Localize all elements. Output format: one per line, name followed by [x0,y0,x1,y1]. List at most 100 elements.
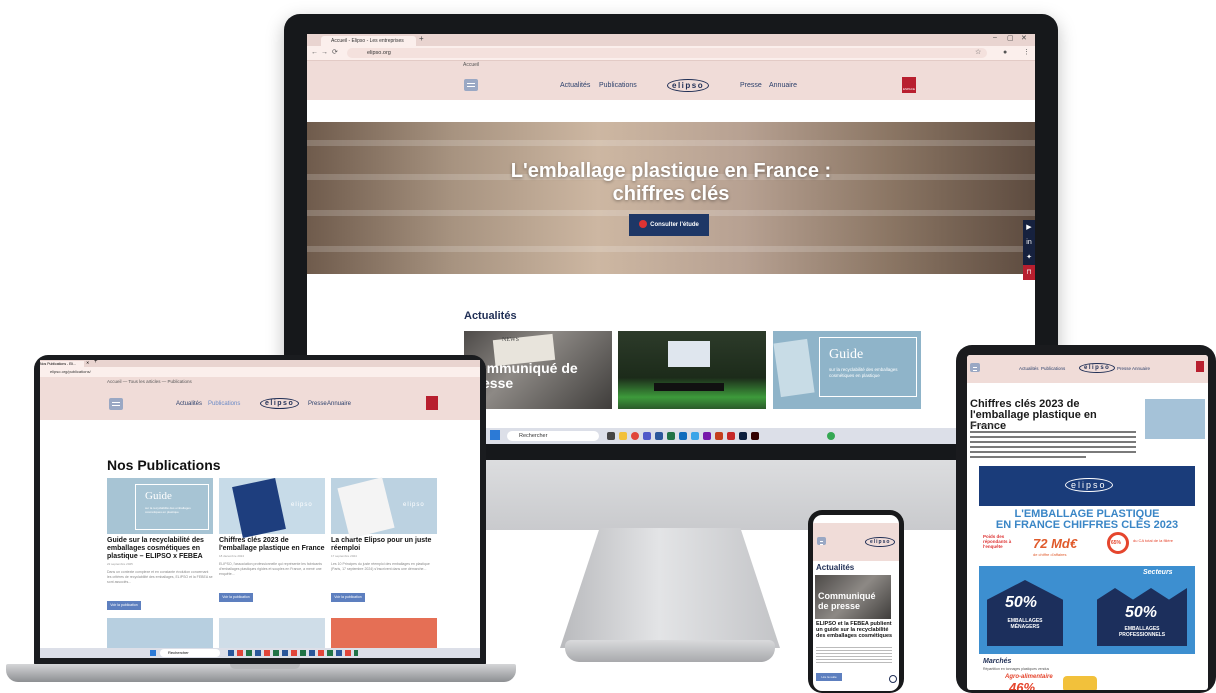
publication-image-chiffres: elipso [219,477,325,539]
breadcrumb[interactable]: Accueil [307,61,1035,70]
phone-article-title[interactable]: ELIPSO et la FEBEA publient un guide sur… [816,621,896,639]
tablet-member-button[interactable] [1196,361,1204,372]
monitor-stand [560,528,780,648]
phone-news-card[interactable]: Communiqué de presse [815,575,891,619]
sectors-title: Secteurs [1143,569,1173,576]
window-maximize-icon[interactable]: ▢ [1007,34,1014,42]
laptop-address-input[interactable]: elipso.org/publications/ [50,369,91,374]
view-publication-button[interactable]: Voir la publication [331,593,365,602]
publication-card-guide[interactable]: Guide sur la recyclabilité des emballage… [107,478,213,610]
browser-tab[interactable]: Accueil - Elipso - Les entreprises [321,36,416,46]
file-explorer-icon[interactable] [619,432,627,440]
laptop-breadcrumb[interactable]: Accueil — Tous les articles — Publicatio… [40,377,480,386]
publication-title[interactable]: La charte Elipso pour un juste réemploi [331,537,437,553]
publication-card-next-1[interactable] [107,618,213,648]
view-publication-button[interactable]: Voir la publication [107,601,141,610]
browser-menu-icon[interactable]: ⋮ [1023,48,1030,58]
infographic: elipso L'EMBALLAGE PLASTIQUE EN FRANCE C… [979,466,1195,690]
article-title: Chiffres clés 2023 de l'emballage plasti… [970,398,1097,432]
publication-card-charte[interactable]: elipso La charte Elipso pour un juste ré… [331,477,437,602]
publication-card-next-2[interactable] [219,618,325,648]
publication-title[interactable]: Chiffres clés 2023 de l'emballage plasti… [219,537,325,553]
phone-elipso-logo[interactable]: elipso [865,537,896,547]
tablet-hamburger-icon[interactable] [970,363,980,372]
tablet-nav-publications[interactable]: Publications [1041,366,1065,371]
window-minimize-icon[interactable]: – [993,34,997,41]
laptop-member-button[interactable] [426,396,438,410]
laptop-new-tab-icon[interactable]: + [94,360,98,365]
respondents-label: Poids des répondants à l'enquête [983,534,1012,549]
task-view-icon[interactable] [607,432,615,440]
household-house-shape [987,580,1063,646]
laptop-hamburger-icon[interactable] [109,398,123,410]
excel-icon[interactable] [667,432,675,440]
publication-date: 17 septembre 2024 [331,554,357,558]
illustrator-icon[interactable] [751,432,759,440]
news-card-conference[interactable] [618,331,766,409]
acrobat-icon[interactable] [727,432,735,440]
profile-icon[interactable]: ● [1003,48,1007,58]
forward-icon[interactable]: → [321,48,328,58]
window-close-icon[interactable]: ✕ [1021,34,1027,42]
news-card-press-release[interactable]: NEWS Communiqué de presse [464,331,612,409]
nav-annuaire[interactable]: Annuaire [769,82,797,89]
word-icon[interactable] [655,432,663,440]
conference-screen-image [668,341,710,367]
laptop-tab-close-icon[interactable]: ✕ [86,360,89,365]
back-icon[interactable]: ← [311,48,318,58]
outlook-icon[interactable] [679,432,687,440]
tablet: Actualités Publications elipso Presse An… [956,345,1216,693]
laptop-nav-actualites[interactable]: Actualités [176,401,202,407]
hamburger-menu-icon[interactable] [464,79,478,91]
new-tab-icon[interactable]: + [419,34,424,43]
laptop-start-icon[interactable] [150,650,156,656]
elipso-watermark: elipso [291,502,313,508]
taskbar-search-input[interactable]: Rechercher [507,431,599,441]
laptop-taskbar-search[interactable]: Rechercher [160,649,220,657]
pdf-icon [639,220,648,229]
nav-actualites[interactable]: Actualités [560,82,590,89]
consult-study-button[interactable]: Consulter l'étude [629,214,709,236]
hero-banner: L'emballage plastique en France : chiffr… [307,122,1035,274]
lock-icon[interactable]: ⊓ [1023,265,1035,280]
phone-read-more-button[interactable]: Lire la suite [816,673,842,681]
publication-card-next-3[interactable] [331,618,437,648]
laptop-nav-publications[interactable]: Publications [208,401,240,407]
news-card-guide[interactable]: Guide sur la recyclabilité des emballage… [773,331,921,409]
laptop-url-bar: elipso.org/publications/ [40,367,480,377]
phone-section-title: Actualités [816,563,855,572]
laptop-elipso-logo[interactable]: elipso [260,398,300,409]
tablet-nav-presse[interactable]: Presse [1117,366,1131,371]
reload-icon[interactable]: ⟳ [332,48,338,58]
chrome-icon[interactable] [631,432,639,440]
powerpoint-icon[interactable] [715,432,723,440]
phone-scroll-top-icon[interactable] [889,675,897,683]
bookmark-star-icon[interactable]: ☆ [975,48,981,58]
address-input[interactable]: elipso.org [347,48,987,58]
onenote-icon[interactable] [703,432,711,440]
twitter-icon[interactable]: ✦ [1023,250,1035,265]
nav-publications[interactable]: Publications [599,82,637,89]
onedrive-icon[interactable] [691,432,699,440]
chrome-alt-icon[interactable] [827,432,835,440]
publication-date: 22 septembre 2025 [107,562,133,566]
tablet-nav-actualites[interactable]: Actualités [1019,366,1039,371]
laptop-app-icons[interactable] [228,650,358,656]
teams-icon[interactable] [643,432,651,440]
publication-title[interactable]: Guide sur la recyclabilité des emballage… [107,537,213,561]
laptop-nav-presse[interactable]: Presse [308,401,327,407]
laptop-notch [230,664,300,669]
member-space-button[interactable]: ESPACE ADH [902,77,916,115]
phone-hamburger-icon[interactable] [817,537,826,545]
tablet-elipso-logo[interactable]: elipso [1079,363,1116,373]
elipso-logo[interactable]: elipso [667,79,710,92]
photoshop-icon[interactable] [739,432,747,440]
nav-presse[interactable]: Presse [740,82,762,89]
publication-card-chiffres[interactable]: elipso Chiffres clés 2023 de l'emballage… [219,477,325,602]
youtube-icon[interactable]: ▶ [1023,220,1035,235]
laptop-nav-annuaire[interactable]: Annuaire [327,401,351,407]
windows-start-icon[interactable] [490,430,500,440]
tablet-nav-annuaire[interactable]: Annuaire [1132,366,1150,371]
linkedin-icon[interactable]: in [1023,235,1035,250]
view-publication-button[interactable]: Voir la publication [219,593,253,602]
